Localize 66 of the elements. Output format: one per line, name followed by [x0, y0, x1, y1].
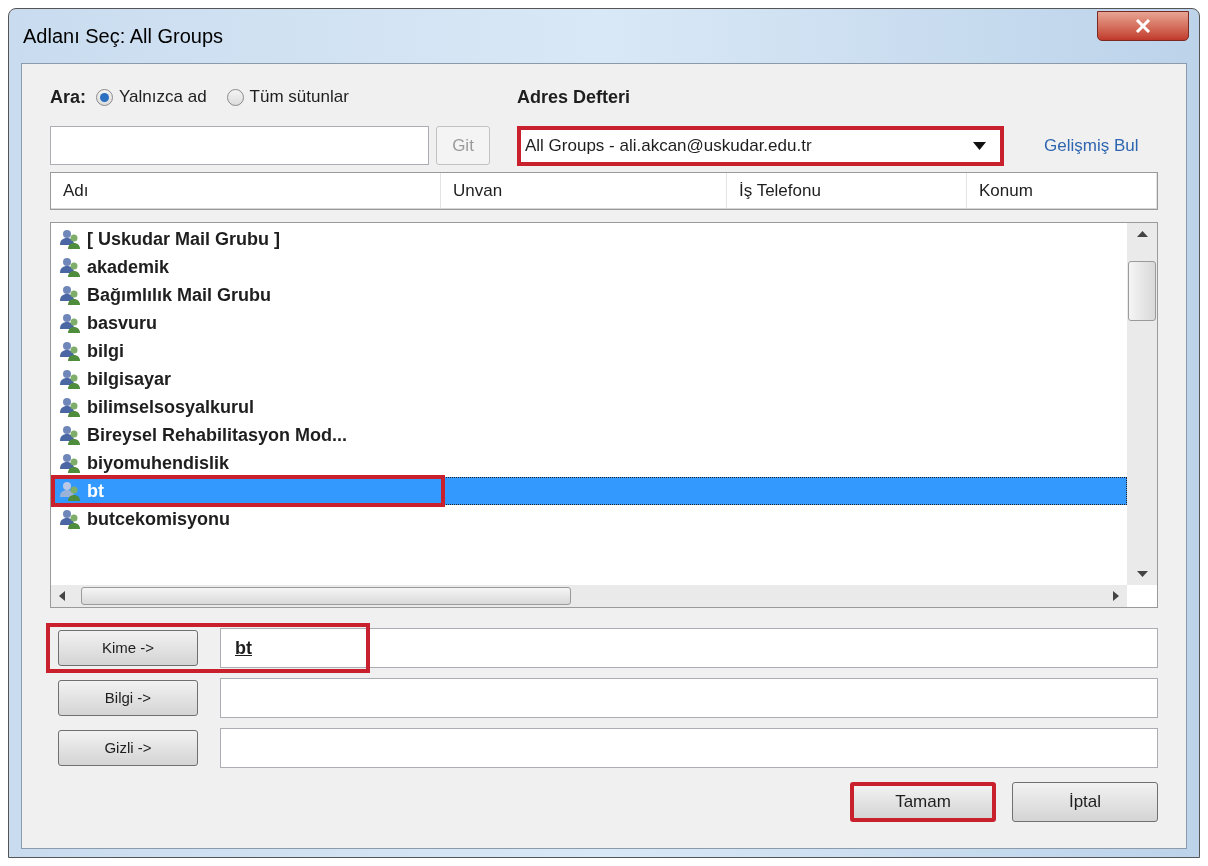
- list-row[interactable]: akademik: [51, 253, 1127, 281]
- scroll-right-icon[interactable]: [1113, 591, 1119, 601]
- recipient-button[interactable]: Kime ->: [58, 630, 198, 666]
- scroll-up-icon[interactable]: [1136, 231, 1148, 237]
- search-field[interactable]: [50, 126, 429, 165]
- scroll-down-icon[interactable]: [1136, 571, 1148, 577]
- people-icon: [59, 480, 81, 502]
- group-name: bilgi: [87, 339, 124, 363]
- radio-button[interactable]: [96, 88, 113, 106]
- list-row[interactable]: bilimselsosyalkurul: [51, 393, 1127, 421]
- list-row[interactable]: Bağımlılık Mail Grubu: [51, 281, 1127, 309]
- people-icon: [59, 228, 81, 250]
- people-icon: [59, 424, 81, 446]
- search-label: Ara:: [50, 85, 86, 109]
- window-title: Adlanı Seç: All Groups: [23, 24, 224, 49]
- people-icon: [59, 312, 81, 334]
- group-name: biyomuhendislik: [87, 451, 230, 475]
- people-icon: [59, 256, 81, 278]
- horizontal-scrollbar[interactable]: [51, 585, 1127, 607]
- list-row[interactable]: bilgisayar: [51, 365, 1127, 393]
- people-icon: [59, 452, 81, 474]
- column-header[interactable]: Konum: [967, 173, 1157, 208]
- radio-option[interactable]: Tüm sütunlar: [226, 84, 349, 110]
- group-name: bilgisayar: [87, 367, 172, 391]
- advanced-find-link[interactable]: Gelişmiş Bul: [1044, 133, 1139, 159]
- recipient-field[interactable]: bt: [220, 628, 1158, 668]
- column-header[interactable]: Unvan: [441, 173, 727, 208]
- people-icon: [59, 284, 81, 306]
- list-row[interactable]: butcekomisyonu: [51, 505, 1127, 533]
- recipient-button[interactable]: Bilgi ->: [58, 680, 198, 716]
- close-icon: [1135, 19, 1151, 33]
- column-header[interactable]: İş Telefonu: [727, 173, 967, 208]
- group-name: Bireysel Rehabilitasyon Mod...: [87, 423, 348, 447]
- group-name: bt: [87, 479, 104, 503]
- group-name: butcekomisyonu: [87, 507, 231, 531]
- close-button[interactable]: [1097, 11, 1189, 41]
- address-book-label: Adres Defteri: [517, 85, 631, 109]
- dialog-button[interactable]: Tamam: [850, 782, 996, 822]
- scroll-thumb[interactable]: [81, 587, 571, 605]
- radio-button[interactable]: [226, 88, 244, 106]
- list-row[interactable]: bilgi: [51, 337, 1127, 365]
- scroll-left-icon[interactable]: [59, 591, 65, 601]
- people-icon: [59, 368, 81, 390]
- recipient-button[interactable]: Gizli ->: [58, 730, 198, 766]
- group-name: basvuru: [87, 311, 158, 335]
- vertical-scrollbar[interactable]: [1127, 223, 1157, 585]
- list-row[interactable]: [ Uskudar Mail Grubu ]: [51, 225, 1127, 253]
- recipient-field[interactable]: [220, 678, 1158, 718]
- list-row[interactable]: Bireysel Rehabilitasyon Mod...: [51, 421, 1127, 449]
- recipient-field[interactable]: [220, 728, 1158, 768]
- scroll-thumb[interactable]: [1128, 261, 1156, 321]
- column-header[interactable]: Adı: [51, 173, 441, 208]
- people-icon: [59, 340, 81, 362]
- group-name: bilimselsosyalkurul: [87, 395, 255, 419]
- radio-option[interactable]: Yalnızca ad: [96, 84, 207, 110]
- group-name: Bağımlılık Mail Grubu: [87, 283, 272, 307]
- group-name: [ Uskudar Mail Grubu ]: [87, 227, 281, 251]
- recipient-value: bt: [235, 636, 252, 660]
- group-name: akademik: [87, 255, 170, 279]
- list-row[interactable]: biyomuhendislik: [51, 449, 1127, 477]
- address-book-dropdown[interactable]: All Groups - ali.akcan@uskudar.edu.tr: [517, 126, 1004, 166]
- people-icon: [59, 508, 81, 530]
- dialog-button[interactable]: İptal: [1012, 782, 1158, 822]
- dropdown-caret-icon: [973, 142, 986, 150]
- list-row[interactable]: basvuru: [51, 309, 1127, 337]
- people-icon: [59, 396, 81, 418]
